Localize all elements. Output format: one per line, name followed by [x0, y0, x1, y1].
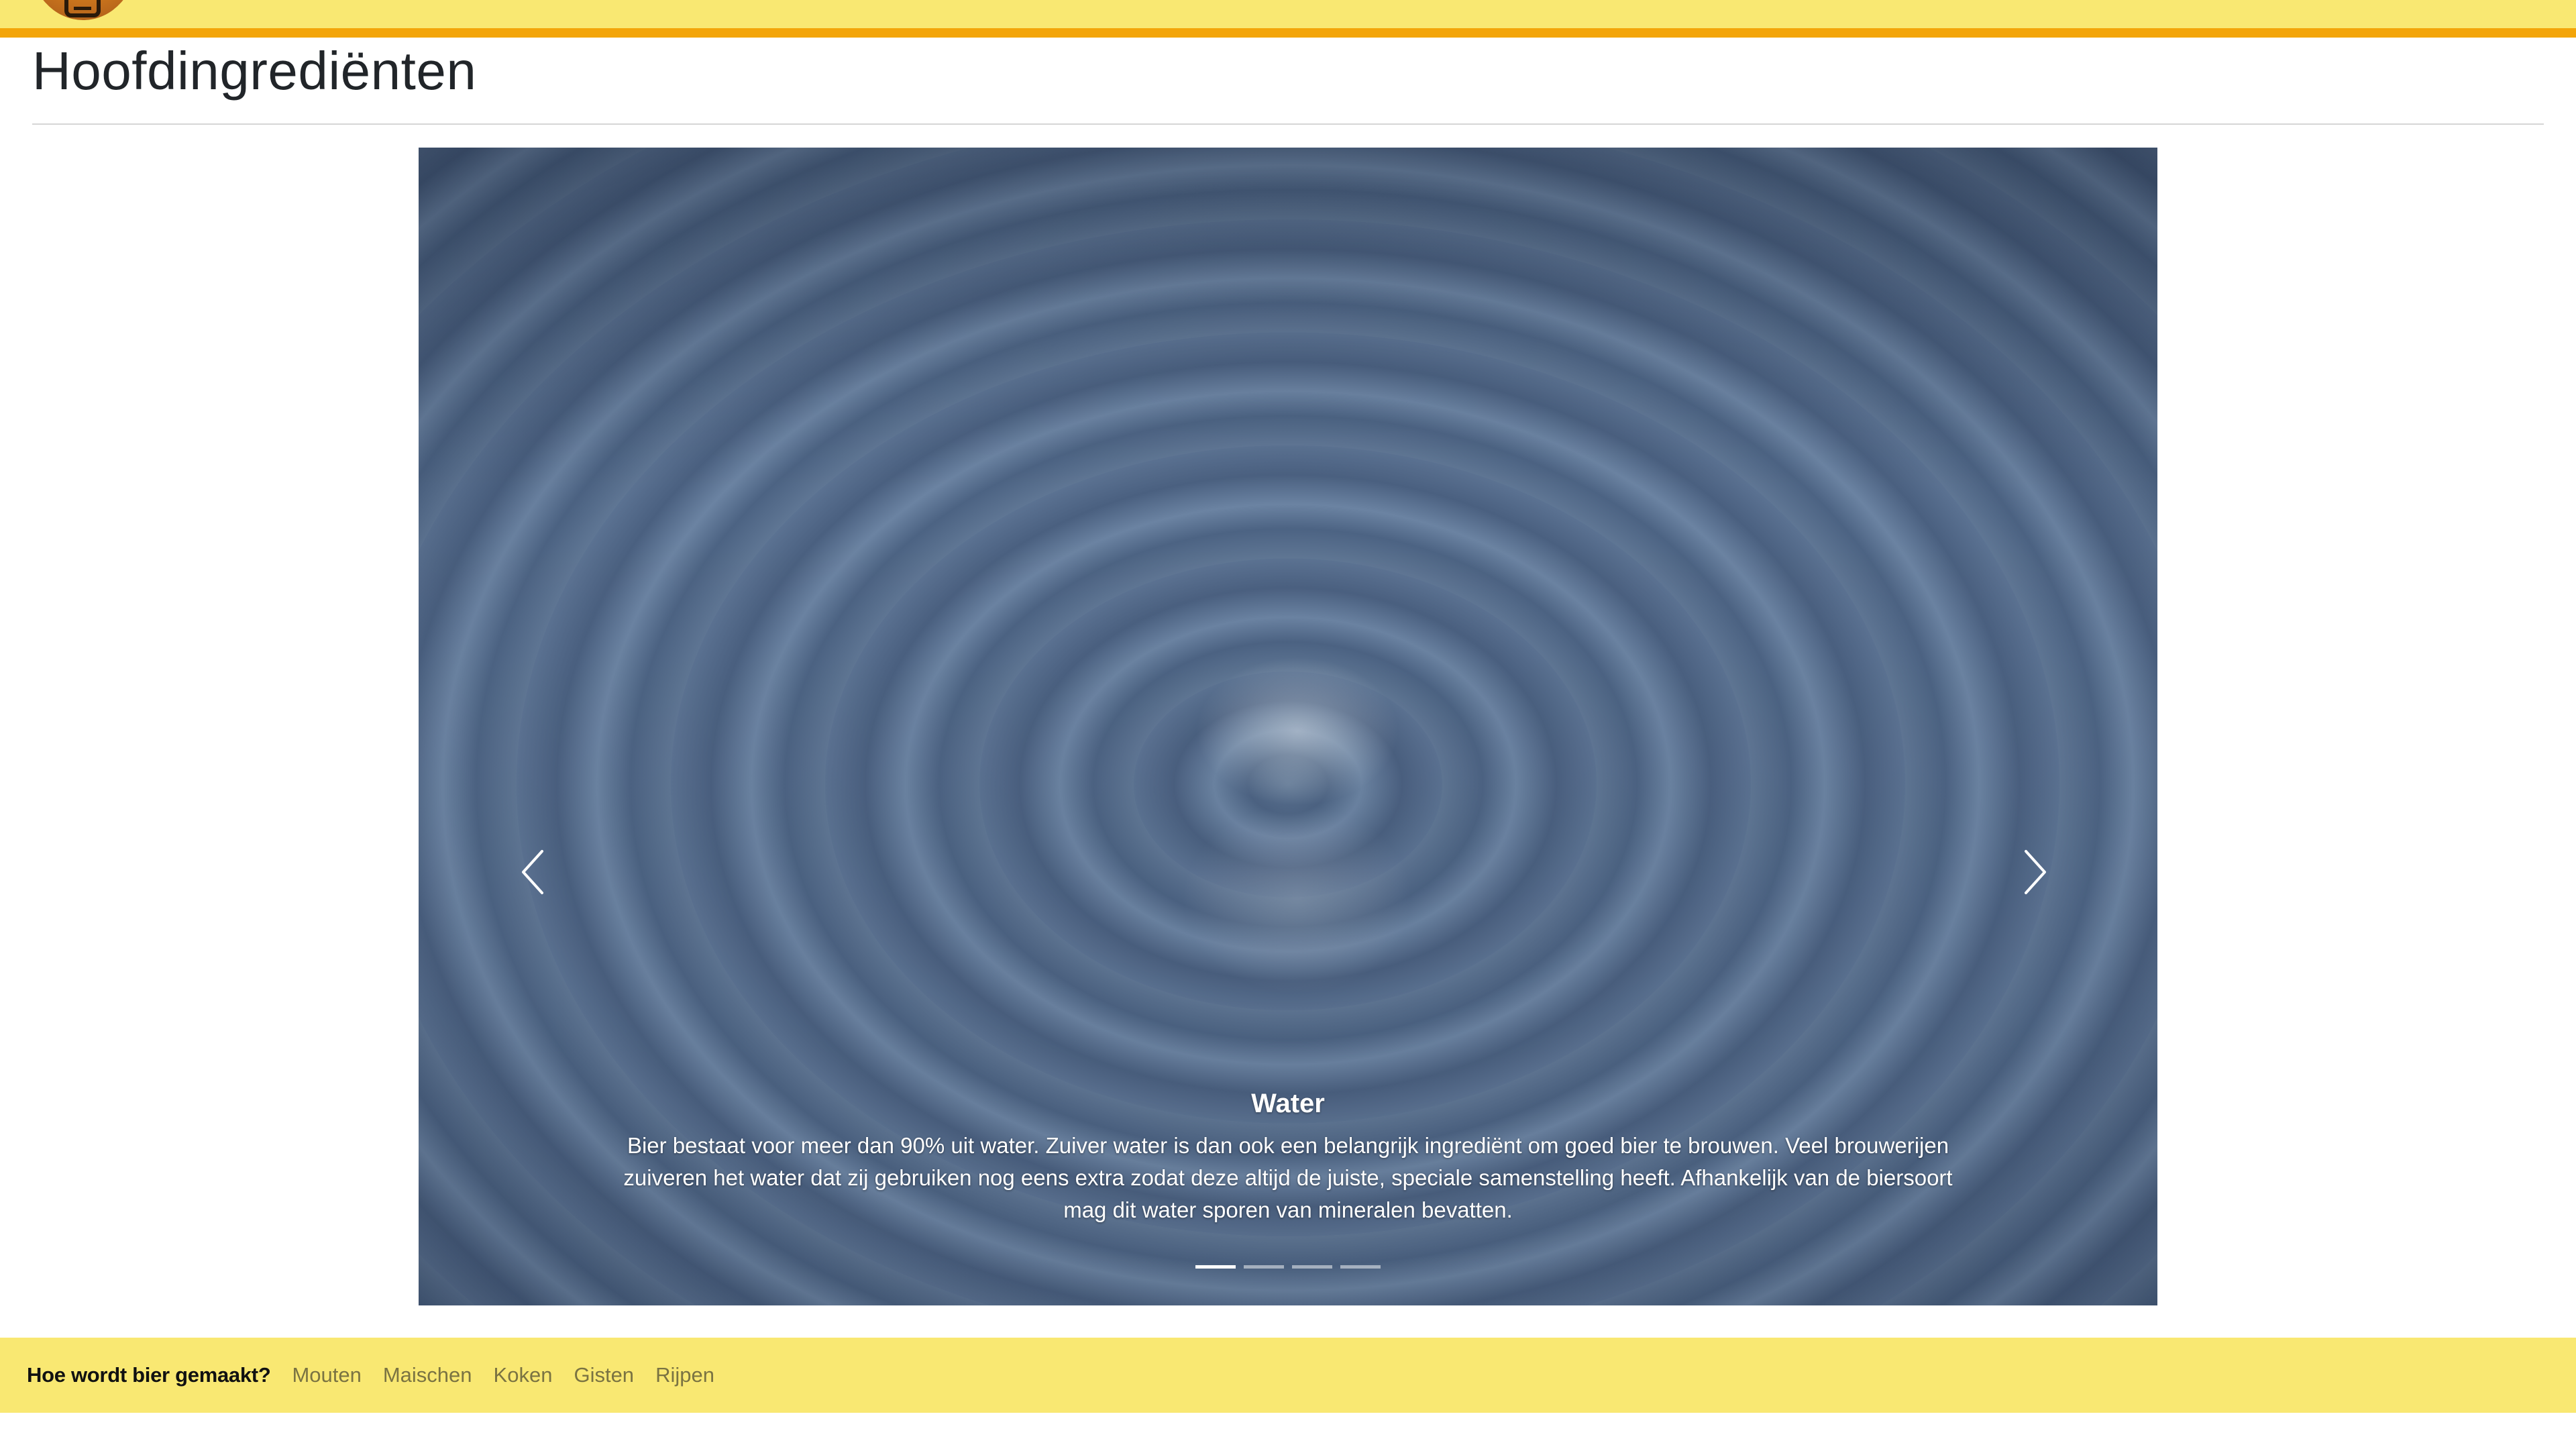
- carousel-next-button[interactable]: [2008, 839, 2062, 906]
- carousel-indicator-2[interactable]: [1244, 1265, 1284, 1269]
- nav-link-rijpen[interactable]: Rijpen: [655, 1363, 714, 1387]
- slide-text: Bier bestaat voor meer dan 90% uit water…: [623, 1133, 1953, 1222]
- title-divider: [32, 123, 2544, 125]
- nav-link-mouten[interactable]: Mouten: [292, 1363, 361, 1387]
- nav-brand-link[interactable]: Hoe wordt bier gemaakt?: [27, 1363, 271, 1387]
- carousel-indicator-3[interactable]: [1292, 1265, 1332, 1269]
- slide-caption: Water Bier bestaat voor meer dan 90% uit…: [620, 1087, 1956, 1226]
- navbar-accent-stripe: [0, 28, 2576, 38]
- nav-link-koken[interactable]: Koken: [494, 1363, 553, 1387]
- chevron-left-icon: [522, 850, 543, 894]
- page-title: Hoofdingrediënten: [32, 41, 477, 101]
- top-navbar: [0, 0, 2576, 28]
- slide-title: Water: [1251, 1089, 1325, 1118]
- chevron-right-icon: [2025, 850, 2046, 894]
- nav-link-gisten[interactable]: Gisten: [574, 1363, 634, 1387]
- ingredients-carousel: Water Bier bestaat voor meer dan 90% uit…: [419, 148, 2157, 1305]
- process-navbar: Hoe wordt bier gemaakt? Mouten Maischen …: [0, 1338, 2576, 1413]
- carousel-indicators: [419, 1265, 2157, 1269]
- carousel-indicator-4[interactable]: [1340, 1265, 1381, 1269]
- mug-detail: [74, 7, 91, 10]
- carousel-indicator-1[interactable]: [1195, 1265, 1236, 1269]
- carousel-prev-button[interactable]: [506, 839, 559, 906]
- nav-link-maischen[interactable]: Maischen: [383, 1363, 472, 1387]
